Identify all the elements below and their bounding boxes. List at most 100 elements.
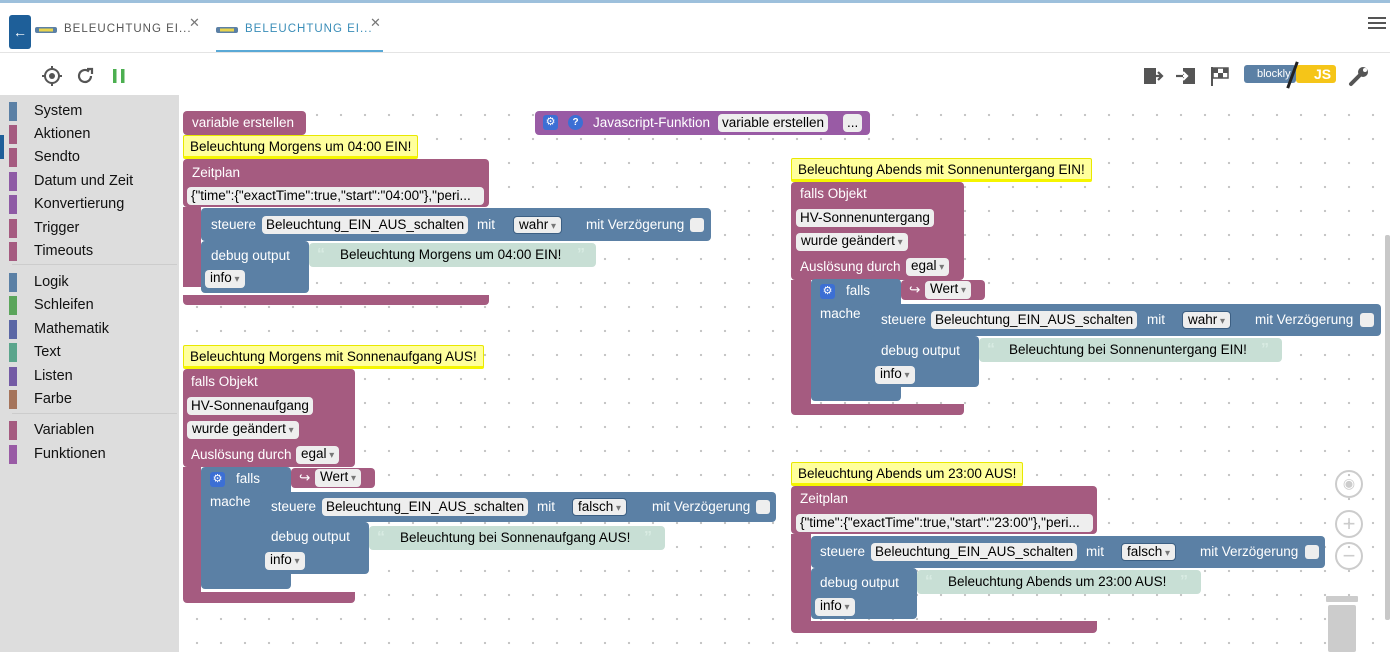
value-block[interactable]: ↪ Wert — [901, 280, 985, 300]
block-label: mit — [1147, 312, 1165, 327]
block-label: mit — [477, 217, 495, 232]
value-dropdown[interactable]: wahr — [1182, 311, 1232, 329]
log-level-dropdown[interactable]: info — [205, 270, 245, 288]
recenter-icon[interactable]: ◉ — [1335, 470, 1363, 498]
object-id-field[interactable]: Beleuchtung_EIN_AUS_schalten — [931, 311, 1138, 329]
debug-output-block[interactable]: debug output info — [871, 336, 979, 387]
control-block[interactable]: steuere Beleuchtung_EIN_AUS_schalten mit… — [201, 208, 711, 241]
block-label: debug output — [881, 343, 960, 358]
pause-icon[interactable] — [108, 65, 130, 87]
comment-b1[interactable]: Beleuchtung Morgens um 04:00 EIN! — [183, 135, 419, 159]
log-level-dropdown[interactable]: info — [265, 552, 305, 570]
blockly-workspace[interactable]: variable erstellen ⚙ ? Javascript-Funkti… — [179, 95, 1390, 652]
object-id-field[interactable]: Beleuchtung_EIN_AUS_schalten — [871, 543, 1078, 561]
block-label: mit — [1086, 544, 1104, 559]
comment-b3[interactable]: Beleuchtung Abends mit Sonnenuntergang E… — [791, 158, 1092, 182]
control-block[interactable]: steuere Beleuchtung_EIN_AUS_schalten mit… — [871, 304, 1381, 336]
import-icon[interactable] — [1175, 65, 1197, 87]
change-type-dropdown[interactable]: wurde geändert — [796, 233, 908, 251]
control-block[interactable]: steuere Beleuchtung_EIN_AUS_schalten mit… — [261, 492, 776, 522]
schedule-field[interactable]: {"time":{"exactTime":true,"start":"04:00… — [187, 187, 484, 205]
debug-output-block[interactable]: debug output info — [201, 241, 309, 293]
block-label: Auslösung durch — [800, 259, 901, 274]
schedule-field[interactable]: {"time":{"exactTime":true,"start":"23:00… — [796, 514, 1093, 532]
log-level-dropdown[interactable]: info — [875, 366, 915, 384]
category-label: Schleifen — [34, 297, 94, 313]
text-value[interactable]: Beleuchtung Morgens um 04:00 EIN! — [340, 246, 561, 264]
block-label: mache — [820, 306, 861, 321]
divider — [12, 413, 177, 414]
reload-icon[interactable] — [74, 65, 96, 87]
text-block[interactable]: “ Beleuchtung bei Sonnenuntergang EIN! ” — [979, 338, 1282, 362]
help-icon[interactable]: ? — [568, 115, 583, 130]
log-level-dropdown[interactable]: info — [815, 598, 855, 616]
zoom-out-icon[interactable]: − — [1335, 542, 1363, 570]
wrench-icon[interactable] — [1348, 65, 1370, 87]
debug-output-block[interactable]: debug output info — [261, 522, 369, 574]
trigger-dropdown[interactable]: egal — [906, 258, 950, 276]
control-block[interactable]: steuere Beleuchtung_EIN_AUS_schalten mit… — [811, 536, 1325, 568]
change-type-dropdown[interactable]: wurde geändert — [187, 421, 299, 439]
object-id-field[interactable]: Beleuchtung_EIN_AUS_schalten — [262, 216, 469, 234]
locate-icon[interactable] — [41, 65, 63, 87]
value-dropdown[interactable]: falsch — [572, 498, 628, 516]
comment-b2[interactable]: Beleuchtung Morgens mit Sonnenaufgang AU… — [183, 345, 484, 369]
delay-checkbox[interactable] — [756, 500, 770, 514]
value-dropdown[interactable]: wahr — [513, 216, 563, 234]
value-block[interactable]: ↪ Wert — [291, 468, 375, 488]
close-icon[interactable]: ✕ — [189, 15, 200, 31]
block-spine — [183, 467, 201, 595]
value-dropdown[interactable]: falsch — [1121, 543, 1177, 561]
text-block[interactable]: “ Beleuchtung bei Sonnenaufgang AUS! ” — [369, 526, 665, 550]
blockly-js-toggle[interactable]: blockly JS — [1244, 61, 1336, 89]
tab-bar: ← BELEUCHTUNG EI... ✕ BELEUCHTUNG EI... … — [0, 3, 1390, 53]
quote-close-icon: ” — [1180, 573, 1188, 590]
object-id-field[interactable]: Beleuchtung_EIN_AUS_schalten — [322, 498, 529, 516]
javascript-function-block[interactable]: ⚙ ? Javascript-Funktion variable erstell… — [535, 111, 870, 135]
vertical-scrollbar[interactable] — [1385, 235, 1390, 620]
text-value[interactable]: Beleuchtung bei Sonnenuntergang EIN! — [1009, 341, 1247, 359]
gear-icon[interactable]: ⚙ — [543, 115, 558, 130]
block-label: debug output — [211, 248, 290, 263]
blockly-script-icon — [216, 27, 238, 33]
debug-output-block[interactable]: debug output info — [811, 568, 917, 619]
trigger-dropdown[interactable]: egal — [296, 446, 340, 464]
comment-b4[interactable]: Beleuchtung Abends um 23:00 AUS! — [791, 462, 1024, 486]
block-label: mit Verzögerung — [586, 217, 685, 232]
category-swatch — [9, 367, 17, 386]
text-value[interactable]: Beleuchtung bei Sonnenaufgang AUS! — [400, 529, 630, 547]
trash-icon[interactable] — [1325, 596, 1359, 652]
blockly-label: blockly — [1257, 68, 1291, 80]
tab-script-2[interactable]: BELEUCHTUNG EI... ✕ — [216, 6, 383, 52]
delay-checkbox[interactable] — [1305, 545, 1319, 559]
category-label: System — [34, 103, 83, 119]
export-icon[interactable] — [1142, 65, 1164, 87]
block-label: falls Objekt — [191, 374, 258, 389]
tab-script-1[interactable]: BELEUCHTUNG EI... ✕ — [35, 6, 215, 52]
tab-label: BELEUCHTUNG EI... — [245, 23, 373, 35]
more-field[interactable]: ... — [843, 114, 863, 132]
object-id-field[interactable]: HV-Sonnenaufgang — [187, 397, 313, 415]
blockly-script-icon — [35, 27, 57, 33]
active-accent — [0, 135, 4, 159]
text-value[interactable]: Beleuchtung Abends um 23:00 AUS! — [948, 573, 1166, 591]
zoom-in-icon[interactable]: + — [1335, 510, 1363, 538]
checkered-flag-icon[interactable] — [1209, 65, 1231, 87]
back-button[interactable]: ← — [9, 15, 31, 49]
menu-icon[interactable] — [1368, 17, 1386, 31]
function-name-field[interactable]: variable erstellen — [718, 114, 829, 132]
gear-icon[interactable]: ⚙ — [820, 284, 835, 299]
text-block[interactable]: “ Beleuchtung Abends um 23:00 AUS! ” — [917, 570, 1201, 594]
category-swatch — [9, 195, 17, 214]
block-label: debug output — [271, 529, 350, 544]
close-icon[interactable]: ✕ — [370, 15, 381, 31]
delay-checkbox[interactable] — [690, 218, 704, 232]
condition-dropdown[interactable]: Wert — [315, 469, 362, 487]
variable-create-block[interactable]: variable erstellen — [183, 111, 306, 135]
block-label: mit Verzögerung — [1200, 544, 1299, 559]
text-block[interactable]: “ Beleuchtung Morgens um 04:00 EIN! ” — [309, 243, 596, 267]
condition-dropdown[interactable]: Wert — [925, 281, 972, 299]
delay-checkbox[interactable] — [1360, 313, 1374, 327]
gear-icon[interactable]: ⚙ — [210, 472, 225, 487]
object-id-field[interactable]: HV-Sonnenuntergang — [796, 209, 934, 227]
